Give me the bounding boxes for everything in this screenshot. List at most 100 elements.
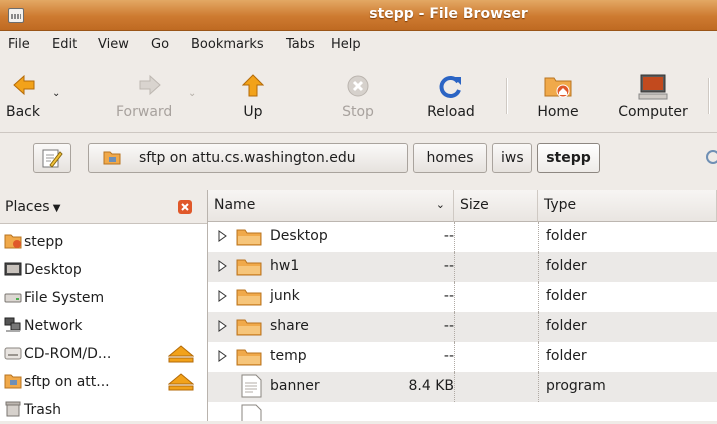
reload-button[interactable]: Reload — [416, 60, 486, 130]
column-header-name[interactable]: Name ⌄ — [208, 190, 454, 222]
reload-icon — [439, 76, 461, 98]
file-type: folder — [546, 288, 587, 304]
eject-icon[interactable] — [168, 345, 194, 363]
sidebar-item-sftp[interactable]: sftp on att... — [0, 368, 207, 396]
location-bar: sftp on attu.cs.washington.edu homes iws… — [0, 133, 717, 185]
expand-triangle-icon[interactable] — [218, 290, 228, 306]
places-dropdown[interactable]: Places ▼ — [5, 199, 60, 215]
back-history-chevron-icon[interactable]: ⌄ — [52, 88, 60, 99]
column-header-size[interactable]: Size — [454, 190, 538, 222]
column-type-label: Type — [544, 197, 577, 213]
file-size: -- — [443, 228, 454, 244]
expand-triangle-icon[interactable] — [218, 320, 228, 336]
table-row[interactable]: Desktop -- folder — [208, 222, 717, 252]
optical-drive-icon — [4, 347, 22, 360]
places-label: Places — [5, 199, 50, 215]
file-size: 8.4 KB — [408, 378, 455, 394]
trash-icon — [5, 401, 21, 417]
table-row[interactable]: junk -- folder — [208, 282, 717, 312]
breadcrumb-stepp[interactable]: stepp — [537, 143, 600, 173]
breadcrumb-root-label: sftp on attu.cs.washington.edu — [139, 150, 356, 166]
table-row[interactable]: banner 8.4 KB program — [208, 372, 717, 402]
network-icon — [4, 317, 21, 332]
sidebar-item-file-system[interactable]: File System — [0, 284, 207, 312]
up-button[interactable]: Up — [228, 60, 278, 130]
home-folder-icon — [544, 77, 572, 98]
back-arrow-icon — [13, 74, 35, 96]
table-row[interactable]: hw1 -- folder — [208, 252, 717, 282]
sidebar-item-network[interactable]: Network — [0, 312, 207, 340]
window-title: stepp - File Browser — [369, 6, 528, 22]
menu-view[interactable]: View — [98, 37, 129, 52]
computer-button[interactable]: Computer — [610, 60, 696, 130]
back-button[interactable]: ⌄ Back — [2, 60, 66, 130]
home-folder-icon — [4, 234, 22, 249]
column-size-label: Size — [460, 197, 489, 213]
folder-icon — [236, 289, 262, 306]
column-header-type[interactable]: Type — [538, 190, 717, 222]
file-type: folder — [546, 318, 587, 334]
column-divider — [454, 312, 455, 342]
forward-arrow-icon — [139, 74, 161, 96]
network-folder-icon — [103, 151, 121, 165]
file-name: Desktop — [270, 228, 328, 244]
text-file-icon — [241, 404, 262, 421]
menu-edit[interactable]: Edit — [52, 37, 77, 52]
file-list[interactable]: Name ⌄ Size Type Desktop -- folder hw1 -… — [208, 190, 717, 421]
breadcrumb-iws[interactable]: iws — [492, 143, 532, 173]
forward-button[interactable]: ⌄ Forward — [68, 60, 212, 130]
stop-label: Stop — [342, 104, 374, 120]
file-type: folder — [546, 228, 587, 244]
folder-icon — [236, 229, 262, 246]
sidebar-item-label: Trash — [24, 402, 61, 418]
expand-triangle-icon[interactable] — [218, 260, 228, 276]
expand-triangle-icon[interactable] — [218, 230, 228, 246]
stop-button[interactable]: Stop — [333, 60, 383, 130]
column-divider — [454, 252, 455, 282]
column-divider — [454, 372, 455, 402]
menu-go[interactable]: Go — [151, 37, 169, 52]
sidebar-item-desktop[interactable]: Desktop — [0, 256, 207, 284]
file-name: banner — [270, 378, 320, 394]
file-name: hw1 — [270, 258, 300, 274]
file-type: folder — [546, 348, 587, 364]
breadcrumb-homes[interactable]: homes — [413, 143, 487, 173]
menu-file[interactable]: File — [8, 37, 30, 52]
sidebar-item-cdrom[interactable]: CD-ROM/D... — [0, 340, 207, 368]
column-divider — [538, 252, 539, 282]
expand-triangle-icon[interactable] — [218, 350, 228, 366]
forward-history-chevron-icon[interactable]: ⌄ — [188, 88, 196, 99]
column-divider — [538, 222, 539, 252]
edit-location-icon — [42, 149, 63, 168]
sidebar-item-trash[interactable]: Trash — [0, 396, 207, 424]
menu-bar: File Edit View Go Bookmarks Tabs Help — [0, 31, 717, 58]
toolbar-separator-2 — [708, 78, 710, 114]
close-sidebar-icon[interactable] — [178, 200, 192, 214]
column-name-label: Name — [214, 197, 256, 213]
menu-help[interactable]: Help — [331, 37, 361, 52]
home-button[interactable]: Home — [528, 60, 588, 130]
table-row[interactable] — [208, 402, 717, 421]
sidebar-item-home[interactable]: stepp — [0, 228, 207, 256]
desktop-icon — [4, 262, 22, 276]
toolbar: ⌄ Back ⌄ Forward Up Stop Reload Home Com… — [0, 60, 717, 133]
table-row[interactable]: temp -- folder — [208, 342, 717, 372]
sidebar-item-label: Network — [24, 318, 83, 334]
sort-chevron-down-icon: ⌄ — [435, 198, 445, 211]
menu-tabs[interactable]: Tabs — [286, 37, 315, 52]
table-row[interactable]: share -- folder — [208, 312, 717, 342]
breadcrumb-root-sftp[interactable]: sftp on attu.cs.washington.edu — [88, 143, 408, 173]
chevron-down-icon: ▼ — [49, 203, 61, 214]
zoom-out-icon[interactable] — [706, 150, 717, 164]
column-divider — [538, 282, 539, 312]
hard-drive-icon — [4, 293, 22, 303]
file-size: -- — [443, 258, 454, 274]
menu-bookmarks[interactable]: Bookmarks — [191, 37, 264, 52]
file-name: junk — [270, 288, 300, 304]
executable-file-icon — [241, 374, 262, 398]
eject-icon[interactable] — [168, 373, 194, 391]
title-bar[interactable]: stepp - File Browser — [0, 0, 717, 31]
column-divider — [454, 222, 455, 252]
file-size: -- — [443, 318, 454, 334]
toggle-location-entry-button[interactable] — [33, 143, 71, 173]
